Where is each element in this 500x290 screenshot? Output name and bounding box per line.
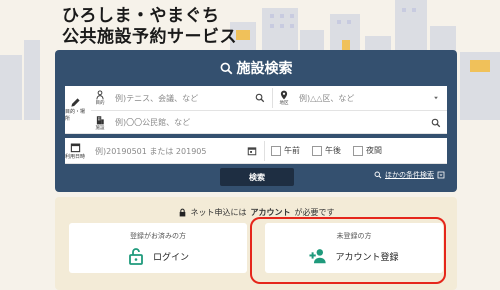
calendar-picker-icon[interactable] [247,146,257,156]
purpose-location-label: 目的・場所 [65,86,85,133]
time-slot-group: 午前 午後 夜間 [271,145,382,156]
login-card[interactable]: 登録がお済みの方 ログイン [69,223,247,273]
more-conditions-link[interactable]: ほかの条件検索 [374,170,445,180]
facility-search-panel: 施設検索 目的・場所 目的 地区 [55,50,457,192]
calendar-icon [70,143,80,152]
slot-night-checkbox[interactable]: 夜間 [353,145,382,156]
search-icon [220,62,232,74]
field-divider [264,141,265,161]
activity-input[interactable] [115,93,245,103]
checkbox-box[interactable] [271,145,281,156]
login-caption: 登録がお済みの方 [130,232,186,240]
login-button[interactable]: ログイン [69,247,247,265]
caret-down-icon[interactable] [431,93,441,103]
search-icon [374,171,382,179]
field-divider [272,88,273,108]
facility-input[interactable] [115,118,415,127]
site-title-line1: ひろしま・やまぐち [62,6,220,26]
search-icon[interactable] [431,118,441,128]
area-field[interactable]: 地区 [275,86,447,110]
checkbox-box[interactable] [312,145,322,156]
site-title: ひろしま・やまぐち 公共施設予約サービス [62,6,237,48]
area-input[interactable] [299,93,419,103]
checkbox-box[interactable] [353,145,363,156]
highlight-annotation [250,217,446,284]
slot-morning-checkbox[interactable]: 午前 [271,145,300,156]
person-icon [96,90,104,100]
datetime-label: 利用日時 [65,138,85,163]
expand-box-icon [437,171,445,179]
area-field-icon: 地区 [275,90,293,106]
search-button[interactable]: 検索 [220,168,294,186]
building-icon [96,115,104,124]
search-panel-title: 施設検索 [236,61,293,77]
site-title-line2: 公共施設予約サービス [62,27,237,47]
map-pin-icon [280,90,288,100]
date-input[interactable] [95,146,235,156]
lock-icon [179,208,185,217]
search-icon[interactable] [255,93,265,103]
slot-afternoon-checkbox[interactable]: 午後 [312,145,341,156]
purpose-location-group: 目的・場所 目的 地区 施設 [65,86,447,134]
facility-field-icon: 施設 [91,115,109,131]
login-label[interactable]: ログイン [153,250,189,263]
search-panel-header: 施設検索 [55,50,457,86]
pencil-icon [70,98,80,107]
unlock-icon [129,248,143,265]
facility-field[interactable]: 施設 [91,110,447,134]
date-field[interactable] [95,139,263,163]
activity-field-icon: 目的 [91,90,109,106]
activity-field[interactable]: 目的 [91,86,271,110]
datetime-row: 利用日時 午前 午後 夜間 [65,138,447,164]
more-conditions-label[interactable]: ほかの条件検索 [385,170,434,180]
